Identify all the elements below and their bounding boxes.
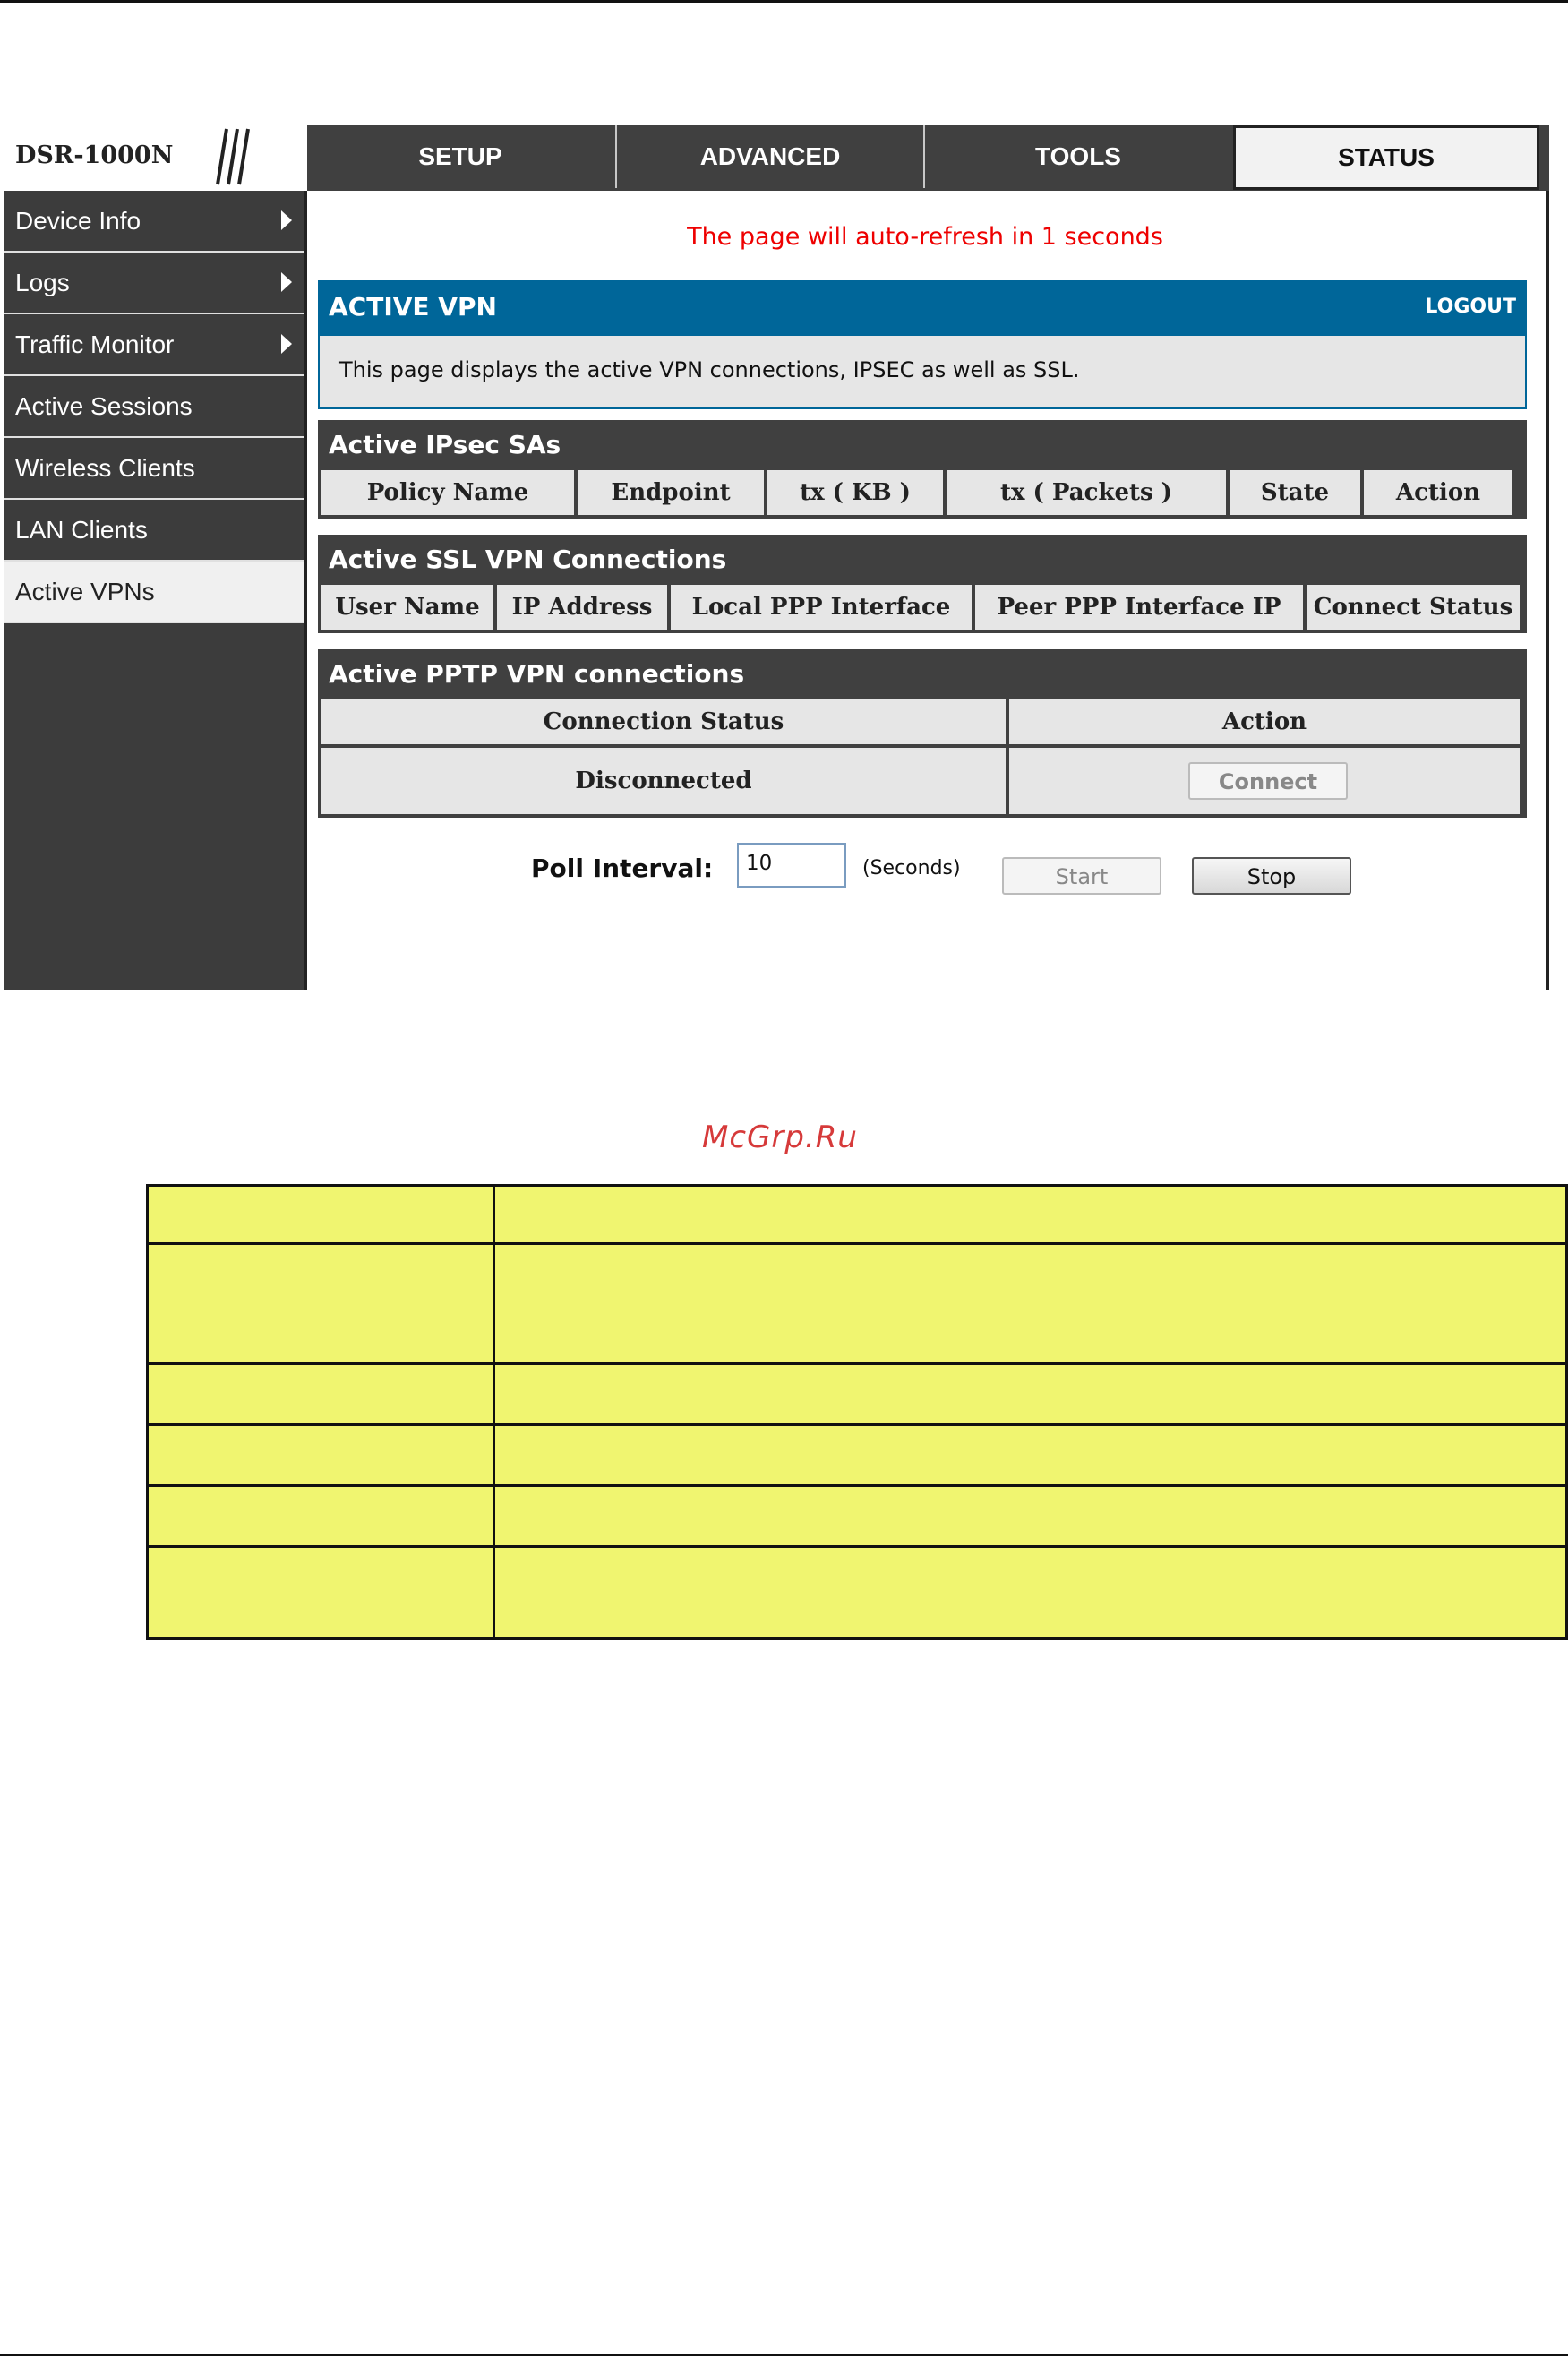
table-cell <box>146 1545 495 1640</box>
router-ui-screenshot: DSR-1000N SETUP ADVANCED TOOLS STATUS De… <box>4 125 1549 990</box>
column-header: Local PPP Interface <box>671 585 972 630</box>
column-header: Action <box>1364 470 1512 515</box>
table-row <box>146 1242 1568 1365</box>
table-cell <box>493 1362 1568 1426</box>
page-title: ACTIVE VPN <box>329 292 497 322</box>
table-row: Disconnected Connect <box>318 748 1527 818</box>
sidebar-item-label: LAN Clients <box>15 516 148 544</box>
action-cell: Connect <box>1009 748 1520 814</box>
sidebar-item-label: Device Info <box>15 207 141 235</box>
top-rule <box>0 0 1568 3</box>
column-header: State <box>1230 470 1360 515</box>
table-row <box>146 1184 1568 1245</box>
sidebar-item-lan-clients[interactable]: LAN Clients <box>4 500 304 562</box>
sidebar: Device Info Logs Traffic Monitor Active … <box>4 191 307 990</box>
page-description: This page displays the active VPN connec… <box>318 334 1527 409</box>
section-title: Active IPsec SAs <box>329 430 561 459</box>
table-cell <box>493 1545 1568 1640</box>
sidebar-item-logs[interactable]: Logs <box>4 253 304 314</box>
sidebar-item-label: Active Sessions <box>15 392 193 420</box>
column-header: IP Address <box>497 585 667 630</box>
tab-tools[interactable]: TOOLS <box>923 125 1231 188</box>
bottom-rule <box>0 2354 1568 2356</box>
table-cell <box>146 1423 495 1487</box>
poll-interval-label: Poll Interval: <box>531 854 714 883</box>
table-row <box>146 1423 1568 1487</box>
brand-area: DSR-1000N <box>4 125 307 193</box>
table-row <box>146 1484 1568 1548</box>
chevron-right-icon <box>281 210 292 230</box>
column-header: Action <box>1009 699 1520 744</box>
poll-interval-unit: (Seconds) <box>862 857 961 879</box>
connect-button[interactable]: Connect <box>1188 762 1348 800</box>
table-cell <box>493 1484 1568 1548</box>
sidebar-item-label: Traffic Monitor <box>15 330 175 358</box>
tab-setup[interactable]: SETUP <box>307 125 613 188</box>
table-header-row: Policy Name Endpoint tx ( KB ) tx ( Pack… <box>318 470 1527 519</box>
sidebar-item-label: Logs <box>15 269 70 296</box>
column-header: Peer PPP Interface IP <box>975 585 1303 630</box>
column-header: Connection Status <box>321 699 1006 744</box>
top-navigation: SETUP ADVANCED TOOLS STATUS <box>307 125 1549 191</box>
section-title: Active SSL VPN Connections <box>329 545 727 574</box>
sidebar-item-wireless-clients[interactable]: Wireless Clients <box>4 438 304 500</box>
table-row <box>146 1545 1568 1640</box>
chevron-right-icon <box>281 334 292 354</box>
sidebar-item-active-sessions[interactable]: Active Sessions <box>4 376 304 438</box>
sidebar-item-label: Wireless Clients <box>15 454 195 482</box>
table-header-row: Connection Status Action <box>318 699 1527 748</box>
logout-link[interactable]: LOGOUT <box>1425 280 1516 334</box>
column-header: User Name <box>321 585 493 630</box>
sidebar-item-device-info[interactable]: Device Info <box>4 191 304 253</box>
main-content: The page will auto-refresh in 1 seconds … <box>307 191 1549 990</box>
column-header: Connect Status <box>1307 585 1520 630</box>
sidebar-item-label: Active VPNs <box>15 578 155 605</box>
stop-button[interactable]: Stop <box>1192 857 1351 895</box>
section-title: Active PPTP VPN connections <box>329 659 745 689</box>
sidebar-item-traffic-monitor[interactable]: Traffic Monitor <box>4 314 304 376</box>
column-header: Policy Name <box>321 470 574 515</box>
sidebar-item-active-vpns[interactable]: Active VPNs <box>4 562 304 623</box>
chevron-right-icon <box>281 272 292 292</box>
table-cell <box>146 1484 495 1548</box>
table-cell <box>493 1242 1568 1365</box>
start-button[interactable]: Start <box>1002 857 1161 895</box>
table-cell <box>146 1362 495 1426</box>
brand-slashes-icon <box>216 128 250 185</box>
table-cell <box>493 1184 1568 1245</box>
column-header: Endpoint <box>578 470 764 515</box>
column-header: tx ( Packets ) <box>947 470 1226 515</box>
panel-header: ACTIVE VPN LOGOUT <box>318 280 1527 334</box>
column-header: tx ( KB ) <box>767 470 943 515</box>
auto-refresh-notice: The page will auto-refresh in 1 seconds <box>687 223 1163 251</box>
table-cell <box>146 1184 495 1245</box>
table-row <box>146 1362 1568 1426</box>
table-header-row: User Name IP Address Local PPP Interface… <box>318 585 1527 633</box>
watermark: McGrp.Ru <box>698 1119 861 1155</box>
tab-status[interactable]: STATUS <box>1233 125 1539 190</box>
tab-advanced[interactable]: ADVANCED <box>615 125 923 188</box>
brand-model: DSR-1000N <box>15 142 174 169</box>
table-cell <box>493 1423 1568 1487</box>
poll-interval-input[interactable]: 10 <box>737 843 846 888</box>
parameters-table <box>146 1184 1568 1640</box>
ipsec-section: Active IPsec SAs Policy Name Endpoint tx… <box>318 420 1527 519</box>
table-cell <box>146 1242 495 1365</box>
ssl-vpn-section: Active SSL VPN Connections User Name IP … <box>318 535 1527 633</box>
connection-status-value: Disconnected <box>321 748 1006 814</box>
pptp-vpn-section: Active PPTP VPN connections Connection S… <box>318 649 1527 818</box>
